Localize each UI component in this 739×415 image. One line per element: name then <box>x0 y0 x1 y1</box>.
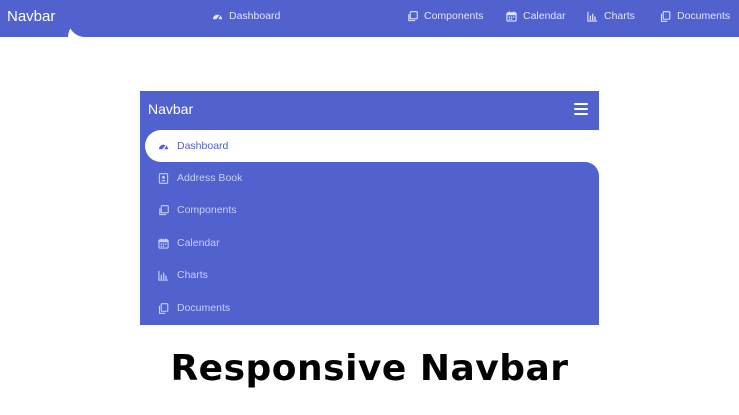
top-navbar: Navbar Dashboard Components Calendar Cha… <box>0 0 739 37</box>
nav-item-label: Calendar <box>523 10 566 22</box>
mobile-nav-item-label: Documents <box>177 302 231 314</box>
chart-icon <box>587 11 598 22</box>
mobile-nav-item-label: Calendar <box>177 237 220 249</box>
nav-item-label: Charts <box>604 10 635 22</box>
components-icon <box>158 204 169 216</box>
mobile-nav-item-label: Dashboard <box>177 140 229 152</box>
nav-item-label: Components <box>424 10 484 22</box>
nav-item-label: Dashboard <box>229 10 281 22</box>
navbar-brand[interactable]: Navbar <box>7 8 55 25</box>
documents-icon <box>158 302 169 314</box>
mobile-nav-item-label: Address Book <box>177 172 243 184</box>
calendar-icon <box>506 10 517 22</box>
mobile-nav-item-address-book[interactable]: Address Book <box>158 172 242 184</box>
nav-item-calendar[interactable]: Calendar <box>506 10 566 22</box>
nav-item-documents[interactable]: Documents <box>660 10 730 22</box>
nav-item-dashboard[interactable]: Dashboard <box>212 10 280 22</box>
mobile-nav-item-dashboard[interactable]: Dashboard <box>158 140 228 152</box>
nav-item-charts[interactable]: Charts <box>587 10 635 22</box>
calendar-icon <box>158 237 169 249</box>
mobile-navbar: Navbar Dashboard Address Book Components… <box>140 91 599 325</box>
nav-item-components[interactable]: Components <box>407 10 484 22</box>
hamburger-icon[interactable] <box>574 103 588 115</box>
documents-icon <box>660 10 671 22</box>
dashboard-icon <box>212 11 223 22</box>
mobile-nav-item-label: Charts <box>177 269 208 281</box>
chart-icon <box>158 270 169 281</box>
nav-item-label: Documents <box>677 10 731 22</box>
mobile-nav-item-documents[interactable]: Documents <box>158 302 230 314</box>
dashboard-icon <box>158 141 169 152</box>
mobile-navbar-brand[interactable]: Navbar <box>148 101 193 117</box>
mobile-nav-item-calendar[interactable]: Calendar <box>158 237 220 249</box>
mobile-nav-item-label: Components <box>177 204 237 216</box>
components-icon <box>407 10 418 22</box>
mobile-nav-item-charts[interactable]: Charts <box>158 269 208 281</box>
page-title: Responsive Navbar <box>170 348 569 389</box>
mobile-nav-item-components[interactable]: Components <box>158 204 237 216</box>
address-book-icon <box>158 172 169 184</box>
